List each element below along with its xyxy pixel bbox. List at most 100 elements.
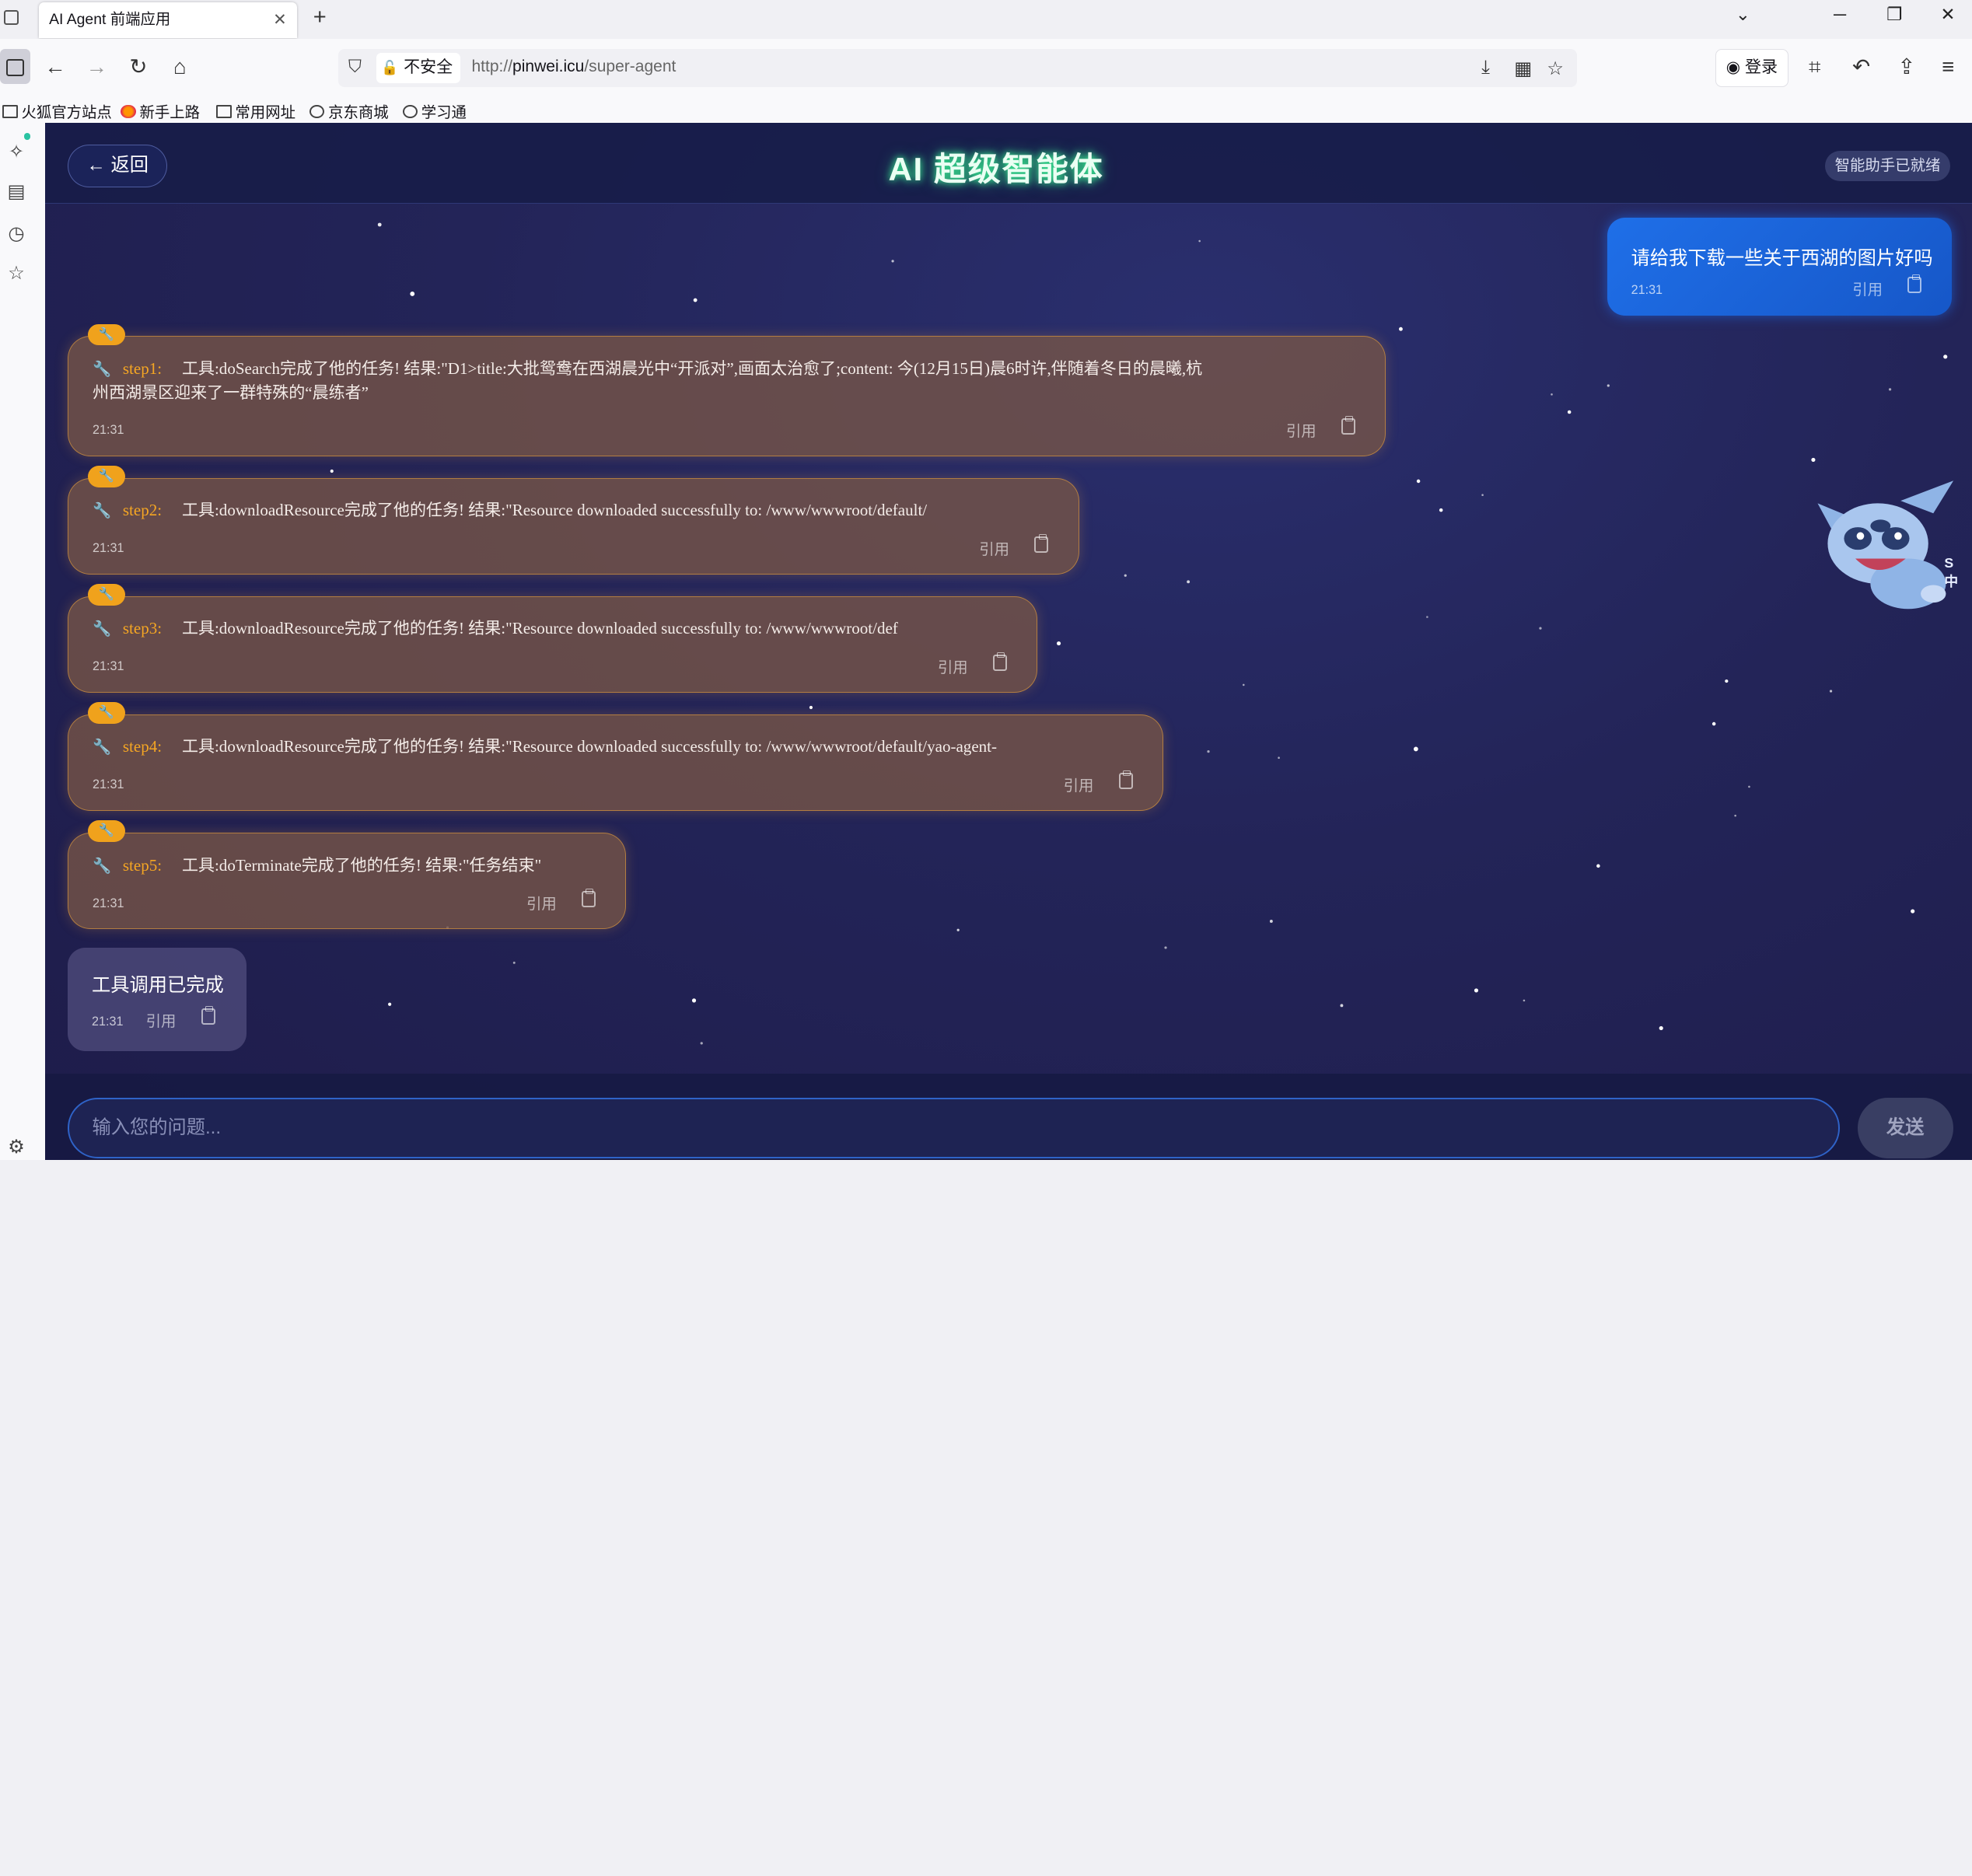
send-button[interactable]: 发送 (1857, 1097, 1953, 1158)
url-text[interactable]: http://pinwei.icu/super-agent (471, 58, 676, 76)
folder-icon (2, 104, 18, 119)
copy-icon[interactable] (582, 889, 596, 908)
nav-bar: ← → ↻ ⌂ ⛉ 不安全 http://pinwei.icu/super-ag… (0, 39, 1972, 96)
bookmark-label: 常用网址 (235, 103, 295, 121)
url-bar[interactable]: ⛉ 不安全 http://pinwei.icu/super-agent ⤓ ▦ … (338, 49, 1578, 87)
forward-arrow-icon[interactable]: → (83, 54, 111, 79)
bookmark-label: 京东商城 (328, 103, 389, 121)
message-time: 21:31 (1631, 282, 1663, 297)
url-path: /super-agent (584, 58, 677, 76)
quote-button[interactable]: 引用 (526, 891, 557, 914)
step-label: step4: (122, 737, 163, 756)
quote-button[interactable]: 引用 (146, 1008, 177, 1031)
bookmarks-star-icon[interactable]: ☆ (6, 261, 26, 285)
status-badge: 智能助手已就绪 (1824, 151, 1951, 181)
close-window-icon[interactable]: ✕ (1940, 5, 1955, 25)
settings-gear-icon[interactable]: ⚙ (6, 1135, 26, 1158)
tool-message: 🔧 🔧 step2: 工具:downloadResource完成了他的任务! 结果:… (68, 466, 1079, 575)
tool-message: 🔧 🔧 step4: 工具:downloadResource完成了他的任务! 结果:… (68, 702, 1163, 812)
bookmark-firefox-site[interactable]: 火狐官方站点 (2, 100, 112, 122)
copy-icon[interactable] (201, 1006, 215, 1025)
bookmark-common-sites[interactable]: 常用网址 (216, 100, 295, 122)
folder-icon (216, 104, 232, 119)
browser-sidebar: ✧ ▤ ◷ ☆ ⚙ (0, 123, 46, 1160)
step-label: step2: (122, 501, 163, 520)
assistant-message: 工具调用已完成 21:31 引用 (68, 948, 247, 1052)
tracking-shield-icon[interactable]: ⛉ (348, 57, 362, 77)
tool-message-text: 🔧 step3: 工具:downloadResource完成了他的任务! 结果:"R… (93, 617, 898, 641)
insecure-badge[interactable]: 不安全 (376, 52, 460, 83)
new-tab-button[interactable]: + (313, 5, 327, 30)
mascot-side-text[interactable]: S 中 (1944, 554, 1962, 592)
url-prefix: http:// (471, 58, 513, 76)
copy-icon[interactable] (1118, 770, 1133, 790)
app-container: ← 返回 AI 超级智能体 智能助手已就绪 请给我下载一些关于西湖的图片好吗 2… (45, 123, 1972, 1160)
tab-overview-icon[interactable] (3, 9, 19, 26)
home-icon[interactable]: ⌂ (166, 54, 194, 79)
bookmark-getting-started[interactable]: 新手上路 (121, 100, 200, 122)
step-label: step1: (122, 358, 163, 378)
wrench-tag-icon: 🔧 (87, 702, 126, 724)
wrench-icon: 🔧 (93, 856, 112, 875)
globe-icon (402, 104, 418, 119)
wrench-icon: 🔧 (93, 738, 112, 756)
quote-button[interactable]: 引用 (1064, 773, 1094, 795)
chat-input[interactable]: 输入您的问题... (68, 1097, 1841, 1158)
step-result: 工具:doSearch完成了他的任务! 结果:"D1>title:大批鸳鸯在西湖… (181, 358, 1203, 378)
wrench-icon: 🔧 (93, 501, 112, 520)
copy-icon[interactable] (1341, 416, 1355, 435)
synced-tabs-icon[interactable]: ▤ (6, 180, 26, 203)
mascot-widget-icon[interactable] (1813, 478, 1963, 617)
message-time: 21:31 (93, 659, 124, 674)
history-icon[interactable]: ◷ (6, 222, 26, 245)
url-host: pinwei.icu (512, 58, 585, 76)
copy-icon[interactable] (1034, 534, 1049, 553)
sidebar-toggle-button[interactable] (0, 49, 30, 85)
step-result: 工具:doTerminate完成了他的任务! 结果:"任务结束" (181, 855, 542, 875)
tab-strip: AI Agent 前端应用 ✕ + ⌄ ─ ❐ ✕ (0, 0, 1972, 40)
quote-button[interactable]: 引用 (938, 655, 968, 677)
message-text: 工具调用已完成 (92, 974, 224, 996)
step-label: step5: (122, 855, 163, 875)
quote-button[interactable]: 引用 (979, 536, 1009, 559)
copy-icon[interactable] (1907, 274, 1922, 293)
tab-title: AI Agent 前端应用 (49, 11, 171, 29)
copy-icon[interactable] (993, 652, 1007, 671)
step-result: 工具:downloadResource完成了他的任务! 结果:"Resource… (181, 619, 898, 638)
message-time: 21:31 (93, 541, 124, 556)
reload-icon[interactable]: ↻ (124, 54, 152, 79)
tool-message: 🔧 🔧 step5: 工具:doTerminate完成了他的任务! 结果:"任务结束… (68, 820, 627, 930)
app-header: ← 返回 AI 超级智能体 智能助手已就绪 (45, 123, 1972, 204)
menu-icon[interactable]: ≡ (1934, 54, 1962, 79)
close-tab-icon[interactable]: ✕ (273, 2, 287, 37)
bookmark-label: 新手上路 (139, 103, 201, 121)
bookmark-xuexitong[interactable]: 学习通 (402, 100, 467, 122)
undo-icon[interactable]: ↶ (1848, 54, 1876, 79)
bookmark-jd[interactable]: 京东商城 (309, 100, 389, 122)
back-arrow-icon[interactable]: ← (41, 54, 69, 79)
tool-message-text: 🔧 step2: 工具:downloadResource完成了他的任务! 结果:"R… (93, 498, 927, 523)
bookmark-star-icon[interactable]: ☆ (1547, 57, 1564, 80)
login-label: 登录 (1744, 58, 1778, 77)
browser-tab[interactable]: AI Agent 前端应用 ✕ (39, 2, 297, 38)
wrench-tag-icon: 🔧 (87, 466, 126, 487)
qr-code-icon[interactable]: ▦ (1514, 57, 1532, 80)
ai-sparkle-icon[interactable]: ✧ (6, 140, 26, 163)
message-time: 21:31 (93, 777, 124, 792)
globe-icon (309, 104, 325, 119)
wrench-icon: 🔧 (93, 359, 112, 378)
login-button[interactable]: ◉ 登录 (1715, 49, 1788, 87)
tool-message-text: 🔧 step4: 工具:downloadResource完成了他的任务! 结果:"R… (93, 735, 997, 760)
quote-button[interactable]: 引用 (1286, 418, 1316, 441)
quote-button[interactable]: 引用 (1852, 277, 1883, 299)
tab-list-icon[interactable]: ⌄ (1736, 5, 1750, 25)
screenshot-icon[interactable]: ⌗ (1801, 54, 1829, 80)
restore-icon[interactable]: ❐ (1886, 5, 1902, 25)
tool-message-text: 🔧 step5: 工具:doTerminate完成了他的任务! 结果:"任务结束" (93, 854, 541, 879)
step-result: 工具:downloadResource完成了他的任务! 结果:"Resource… (181, 737, 997, 756)
extensions-icon[interactable]: ⇪ (1893, 54, 1921, 79)
download-page-icon[interactable]: ⤓ (1481, 57, 1490, 79)
user-message: 请给我下载一些关于西湖的图片好吗 21:31 引用 (1607, 217, 1953, 316)
minimize-icon[interactable]: ─ (1834, 5, 1846, 25)
notification-dot (23, 133, 30, 140)
